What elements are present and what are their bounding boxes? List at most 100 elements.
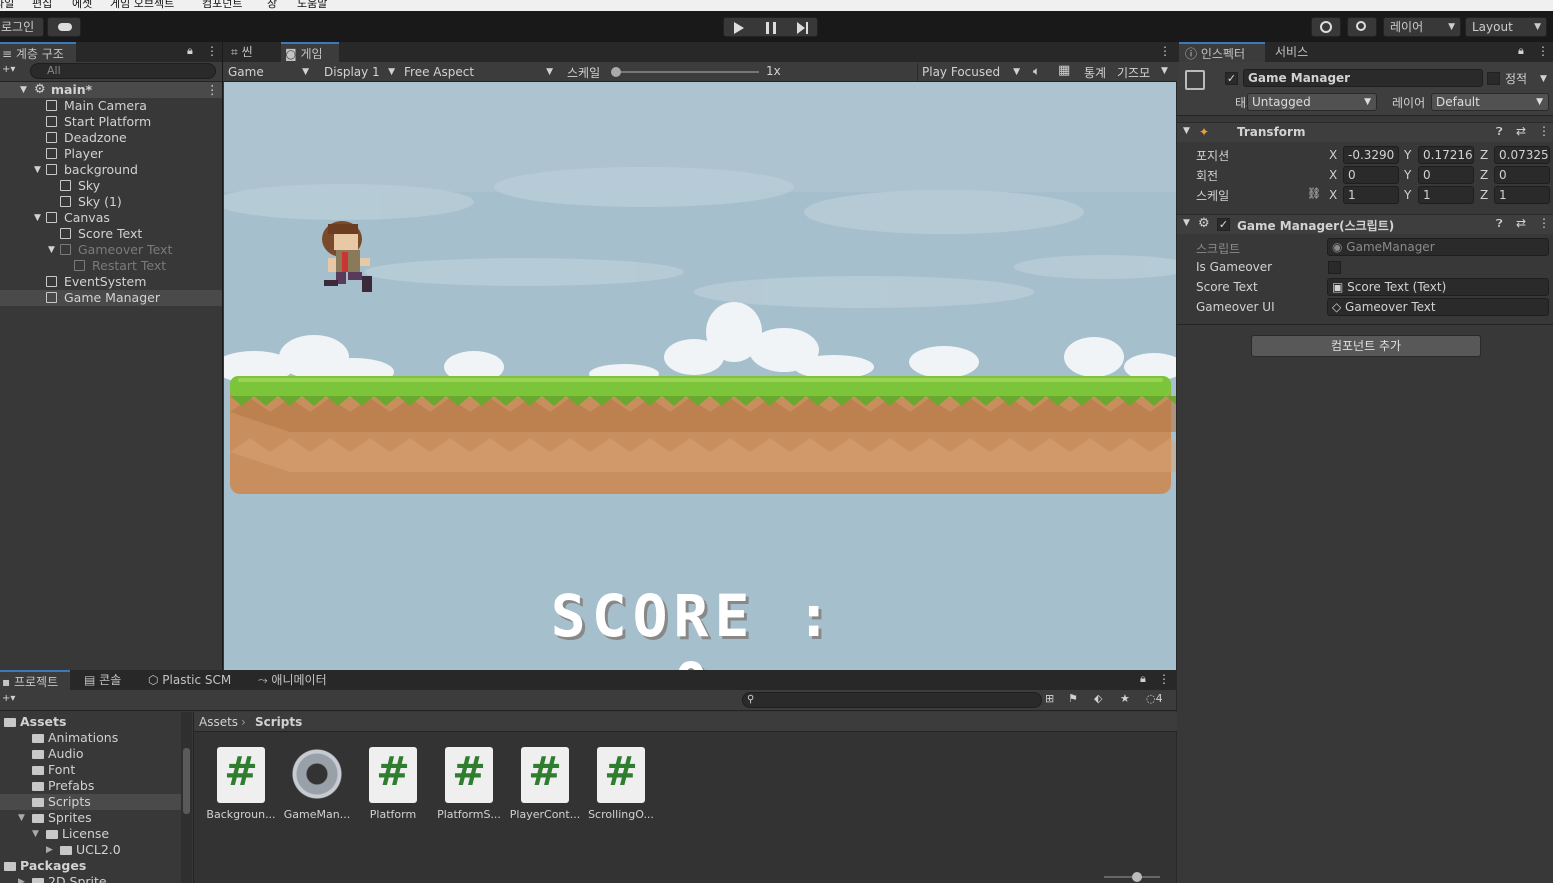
- zoom-slider-handle[interactable]: [1132, 872, 1142, 882]
- hierarchy-item[interactable]: Sky (1): [0, 194, 222, 210]
- hierarchy-item[interactable]: Game Manager: [0, 290, 222, 306]
- lock-icon[interactable]: 🔒︎: [1518, 44, 1524, 58]
- tab-services[interactable]: 서비스: [1275, 42, 1325, 62]
- cloud-button[interactable]: [47, 17, 81, 37]
- scene-more-icon[interactable]: ⋮: [206, 82, 219, 98]
- project-tree-item[interactable]: ▼Assets: [0, 714, 181, 730]
- more-icon[interactable]: ⋮: [206, 44, 218, 58]
- chevron-down-icon[interactable]: ▼: [1161, 66, 1168, 76]
- foldout-icon[interactable]: ▶: [46, 842, 53, 858]
- zoom-slider[interactable]: [1104, 872, 1160, 882]
- project-tree-item[interactable]: ▼ License: [0, 826, 181, 842]
- hidden-packages-icon[interactable]: ◌4: [1146, 692, 1163, 705]
- lock-icon[interactable]: 🔒︎: [1140, 672, 1146, 686]
- login-button[interactable]: 로그인: [0, 17, 44, 37]
- display-dropdown[interactable]: Display 1 ▼: [324, 63, 400, 81]
- menu-gameobject[interactable]: 게임 오브젝트: [110, 0, 174, 11]
- hierarchy-item[interactable]: ▼ background: [0, 162, 222, 178]
- hierarchy-item[interactable]: EventSystem: [0, 274, 222, 290]
- transform-header[interactable]: ▼ ✦ Transform ❓︎ ⇄ ⋮: [1177, 122, 1553, 142]
- menu-help[interactable]: 도움말: [297, 0, 327, 11]
- csharp-script-icon[interactable]: #: [597, 747, 645, 803]
- hierarchy-item[interactable]: ▼ Gameover Text: [0, 242, 222, 258]
- csharp-script-icon[interactable]: #: [445, 747, 493, 803]
- scroll-thumb[interactable]: [183, 748, 190, 814]
- filter-icon[interactable]: ⚑: [1068, 692, 1078, 705]
- checkbox-icon[interactable]: ✓: [1217, 218, 1230, 231]
- project-tree-item[interactable]: Animations: [0, 730, 181, 746]
- add-dropdown-icon[interactable]: +▾: [2, 693, 15, 704]
- rotation-z-input[interactable]: 0: [1494, 166, 1550, 184]
- csharp-script-icon[interactable]: #: [521, 747, 569, 803]
- object-name-input[interactable]: Game Manager: [1243, 69, 1483, 87]
- scale-x-input[interactable]: 1: [1343, 186, 1399, 204]
- rotation-x-input[interactable]: 0: [1343, 166, 1399, 184]
- more-icon[interactable]: ⋮: [1537, 44, 1549, 58]
- layer-dropdown[interactable]: Default ▼: [1431, 93, 1549, 111]
- hierarchy-item[interactable]: Main Camera: [0, 98, 222, 114]
- hierarchy-search-input[interactable]: All: [30, 63, 216, 79]
- more-icon[interactable]: ⋮: [1158, 672, 1170, 686]
- play-icon[interactable]: [734, 22, 744, 34]
- link-icon[interactable]: ⛓: [1307, 187, 1321, 200]
- aspect-dropdown[interactable]: Free Aspect ▼: [404, 63, 558, 81]
- menu-window[interactable]: 창: [267, 0, 277, 11]
- add-dropdown-icon[interactable]: +▾: [2, 64, 15, 75]
- project-tree-item[interactable]: Prefabs: [0, 778, 181, 794]
- tab-game[interactable]: ◙ 게임: [281, 42, 339, 62]
- is-gameover-checkbox[interactable]: [1328, 261, 1341, 274]
- hierarchy-item[interactable]: Deadzone: [0, 130, 222, 146]
- history-button[interactable]: [1311, 17, 1341, 37]
- position-z-input[interactable]: 0.07325: [1494, 146, 1550, 164]
- hierarchy-item[interactable]: Player: [0, 146, 222, 162]
- project-tree-item[interactable]: ▶ UCL2.0: [0, 842, 181, 858]
- script-component-header[interactable]: ▼ ⚙ ✓ Game Manager(스크립트) ❓︎ ⇄ ⋮: [1177, 214, 1553, 234]
- step-icon[interactable]: [797, 22, 805, 34]
- star-icon[interactable]: ★: [1120, 692, 1130, 705]
- search-by-type-icon[interactable]: ⊞: [1045, 692, 1054, 705]
- more-icon[interactable]: ⋮: [1159, 44, 1171, 58]
- tab-inspector[interactable]: ⓘ 인스펙터: [1179, 42, 1265, 62]
- tab-console[interactable]: ▤ 콘솔: [84, 670, 134, 690]
- hierarchy-item[interactable]: Restart Text: [0, 258, 222, 274]
- play-mode-dropdown[interactable]: Play Focused ▼: [917, 63, 1025, 81]
- tag-dropdown[interactable]: Untagged ▼: [1247, 93, 1377, 111]
- position-x-input[interactable]: -0.3290: [1343, 146, 1399, 164]
- foldout-icon[interactable]: ▶: [18, 874, 25, 883]
- grid-icon[interactable]: ▦: [1058, 63, 1070, 78]
- menu-assets[interactable]: 에셋: [72, 0, 92, 11]
- layers-dropdown[interactable]: 레이어 ▼: [1383, 17, 1461, 37]
- more-icon[interactable]: ⋮: [1538, 124, 1550, 138]
- game-mode-dropdown[interactable]: Game ▼: [228, 63, 314, 81]
- score-text-field[interactable]: ▣ Score Text (Text): [1327, 278, 1549, 296]
- static-checkbox[interactable]: [1487, 72, 1500, 85]
- layout-dropdown[interactable]: Layout ▼: [1465, 17, 1547, 37]
- project-tree-item[interactable]: Font: [0, 762, 181, 778]
- help-icon[interactable]: ❓︎: [1496, 217, 1503, 231]
- chevron-down-icon[interactable]: ▼: [1540, 74, 1547, 84]
- position-y-input[interactable]: 0.17216: [1418, 146, 1474, 164]
- pause-icon[interactable]: [766, 22, 776, 34]
- stats-button[interactable]: 통계: [1084, 64, 1106, 81]
- tree-scrollbar[interactable]: [181, 712, 192, 883]
- game-canvas[interactable]: SCORE : 0: [224, 82, 1176, 670]
- project-tree-item[interactable]: ▼ Sprites: [0, 810, 181, 826]
- rotation-y-input[interactable]: 0: [1418, 166, 1474, 184]
- help-icon[interactable]: ❓︎: [1496, 125, 1503, 139]
- menu-component[interactable]: 컴포넌트: [202, 0, 242, 11]
- scene-expand-icon[interactable]: ▼: [20, 82, 27, 98]
- foldout-icon[interactable]: ▼: [1183, 218, 1190, 228]
- hierarchy-scene-row[interactable]: ▼ ⚙ main* ⋮: [0, 82, 222, 98]
- csharp-script-icon[interactable]: #: [369, 747, 417, 803]
- tab-project[interactable]: ▪ 프로젝트: [0, 670, 70, 690]
- project-tree-item[interactable]: Audio: [0, 746, 181, 762]
- project-tree-item[interactable]: Scripts: [0, 794, 181, 810]
- foldout-icon[interactable]: ▼: [48, 242, 55, 258]
- scale-y-input[interactable]: 1: [1418, 186, 1474, 204]
- breadcrumb-scripts[interactable]: Scripts: [255, 715, 302, 729]
- tab-hierarchy[interactable]: ≡ 계층 구조: [0, 42, 76, 62]
- tab-scene[interactable]: ⌗ 씬: [231, 42, 279, 62]
- search-button[interactable]: [1347, 17, 1377, 37]
- hierarchy-item[interactable]: ▼ Canvas: [0, 210, 222, 226]
- project-tree-item[interactable]: ▼Packages: [0, 858, 181, 874]
